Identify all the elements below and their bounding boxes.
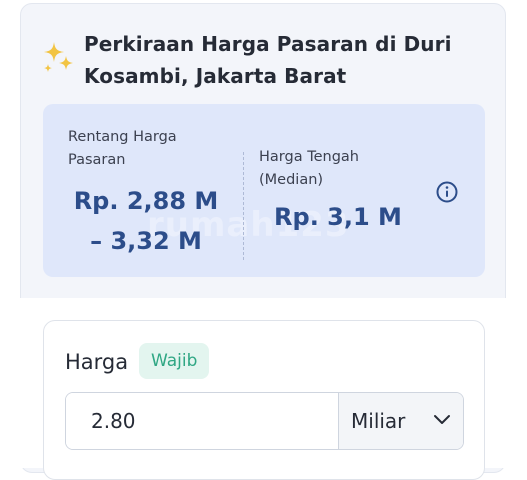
- range-label: Rentang Harga Pasaran: [68, 129, 177, 168]
- median-label: Harga Tengah (Median): [259, 149, 359, 188]
- price-form-card: Harga Wajib Miliar: [43, 320, 485, 480]
- required-badge: Wajib: [139, 343, 210, 379]
- info-icon[interactable]: [436, 181, 458, 203]
- page-title: Perkiraan Harga Pasaran di Duri Kosambi,…: [84, 32, 452, 88]
- chevron-down-icon: [434, 415, 450, 424]
- price-input-group: Miliar: [65, 392, 464, 450]
- divider: [243, 152, 244, 260]
- price-label: Harga: [65, 350, 129, 374]
- price-estimate-card: rumah123 Rentang Harga Pasaran Rp. 2,88 …: [43, 104, 485, 277]
- unit-select[interactable]: Miliar: [338, 393, 463, 449]
- unit-label: Miliar: [351, 409, 406, 433]
- price-input[interactable]: [66, 393, 338, 449]
- sparkles-icon: [44, 42, 73, 72]
- median-value: Rp. 3,1 M: [274, 203, 402, 231]
- range-value: Rp. 2,88 M – 3,32 M: [73, 187, 219, 255]
